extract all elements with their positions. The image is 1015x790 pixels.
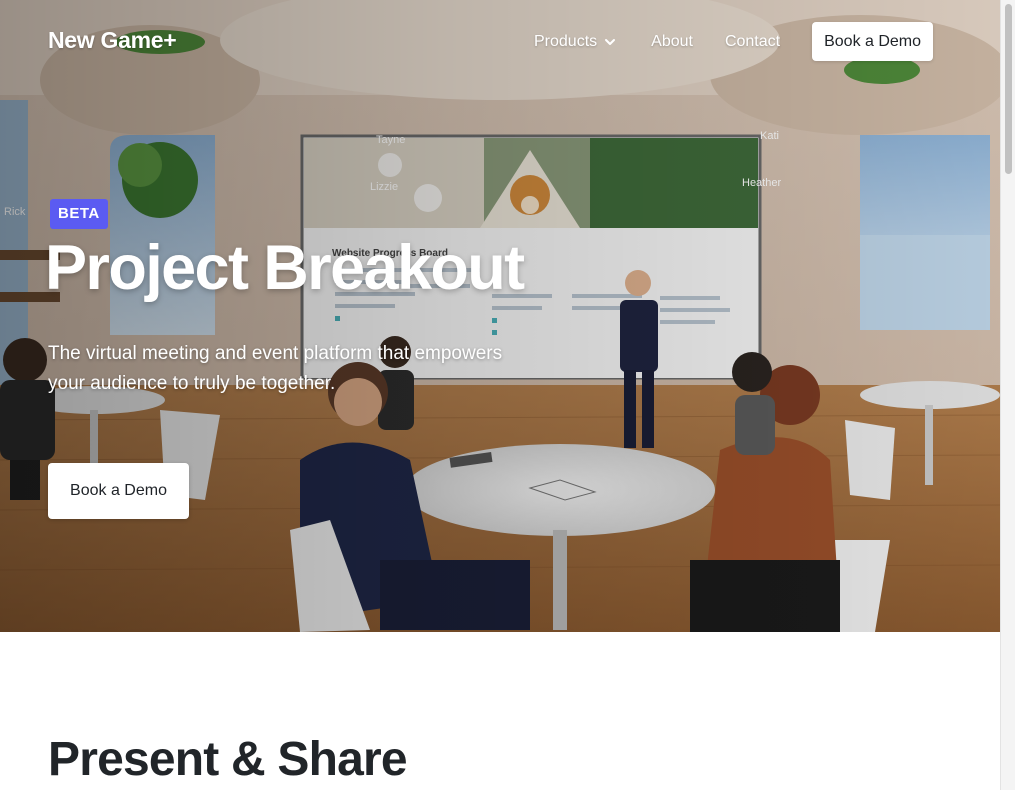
top-navbar: New Game+ Products About Contact Book a … bbox=[0, 0, 1000, 82]
nav-products-dropdown[interactable]: Products bbox=[534, 33, 617, 51]
hero-section: Website Progress Board Tayne Kati Lizzie… bbox=[0, 0, 1000, 632]
hero-title: Project Breakout bbox=[45, 233, 525, 303]
avatar-name-tag: Kati bbox=[760, 130, 779, 142]
hero-subtitle: The virtual meeting and event platform t… bbox=[48, 343, 503, 394]
hero-background-image: Website Progress Board Tayne Kati Lizzie… bbox=[0, 0, 1000, 632]
page-scrollbar[interactable] bbox=[1000, 0, 1015, 790]
book-demo-nav-button[interactable]: Book a Demo bbox=[812, 22, 934, 61]
avatar-name-tag: Tayne bbox=[376, 134, 405, 146]
book-demo-hero-button[interactable]: Book a Demo bbox=[48, 463, 189, 519]
avatar-name-tag: Heather bbox=[742, 177, 781, 189]
present-share-heading: Present & Share bbox=[48, 733, 408, 786]
page: Website Progress Board Tayne Kati Lizzie… bbox=[0, 0, 1015, 790]
nav-links: Products About Contact Book a Demo bbox=[534, 22, 934, 61]
beta-badge: BETA bbox=[50, 199, 108, 229]
nav-products-label: Products bbox=[534, 32, 598, 50]
nav-contact-link[interactable]: Contact bbox=[725, 33, 780, 51]
chevron-down-icon bbox=[605, 38, 616, 45]
avatar-name-tag: Rick bbox=[4, 206, 26, 218]
brand-logo[interactable]: New Game+ bbox=[48, 27, 177, 54]
nav-about-link[interactable]: About bbox=[651, 33, 693, 51]
avatar-name-tag: Lizzie bbox=[370, 181, 398, 193]
scrollbar-thumb[interactable] bbox=[1005, 4, 1012, 174]
